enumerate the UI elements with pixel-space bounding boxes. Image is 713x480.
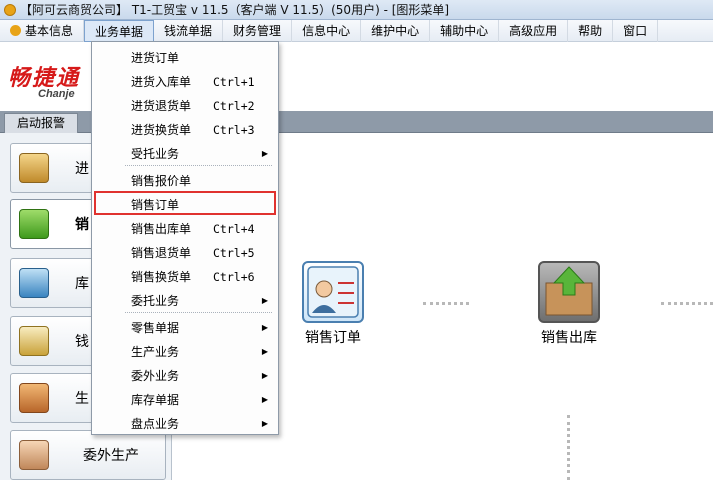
submenu-arrow-icon: ▶ bbox=[261, 395, 268, 404]
menu-item-entrusted-business[interactable]: 受托业务 ▶ bbox=[94, 140, 276, 164]
flow-label-sales-outbound: 销售出库 bbox=[541, 330, 597, 346]
menu-item-purchase-return[interactable]: 进货退货单 Ctrl+2 bbox=[94, 92, 276, 116]
menu-item-production-business[interactable]: 生产业务 ▶ bbox=[94, 338, 276, 362]
business-docs-dropdown: 进货订单 进货入库单 Ctrl+1 进货退货单 Ctrl+2 进货换货单 Ctr… bbox=[91, 41, 279, 435]
flow-connector bbox=[661, 302, 713, 305]
menu-advanced[interactable]: 高级应用 bbox=[499, 19, 569, 42]
submenu-arrow-icon: ▶ bbox=[261, 419, 268, 428]
menu-bar: 基本信息 业务单据 钱流单据 财务管理 信息中心 维护中心 辅助中心 高级应用 … bbox=[0, 19, 713, 42]
submenu-arrow-icon: ▶ bbox=[261, 296, 268, 305]
menu-item-sales-quote[interactable]: 销售报价单 bbox=[94, 167, 276, 191]
menu-window[interactable]: 窗口 bbox=[613, 19, 659, 42]
menu-item-sales-exchange[interactable]: 销售换货单 Ctrl+6 bbox=[94, 263, 276, 287]
submenu-arrow-icon: ▶ bbox=[261, 149, 268, 158]
menu-cashflow-docs[interactable]: 钱流单据 bbox=[154, 19, 224, 42]
menu-basic-info[interactable]: 基本信息 bbox=[0, 19, 85, 42]
production-icon bbox=[19, 383, 49, 413]
menu-finance[interactable]: 财务管理 bbox=[223, 19, 293, 42]
submenu-arrow-icon: ▶ bbox=[261, 347, 268, 356]
menu-item-purchase-receipt[interactable]: 进货入库单 Ctrl+1 bbox=[94, 68, 276, 92]
menu-item-outsource-business[interactable]: 委外业务 ▶ bbox=[94, 362, 276, 386]
menu-item-sales-outbound[interactable]: 销售出库单 Ctrl+4 bbox=[94, 215, 276, 239]
menu-info-center[interactable]: 信息中心 bbox=[292, 19, 362, 42]
menu-item-sales-order[interactable]: 销售订单 bbox=[94, 191, 276, 215]
flow-connector bbox=[567, 415, 570, 480]
menu-item-purchase-exchange[interactable]: 进货换货单 Ctrl+3 bbox=[94, 116, 276, 140]
sidebar-item-outsource[interactable]: 委外生产 bbox=[10, 430, 166, 480]
flow-sales-outbound[interactable]: 销售出库 bbox=[533, 261, 605, 347]
window-title: 【阿可云商贸公司】 T1-工贸宝 v 11.5（客户端 V 11.5）(50用户… bbox=[20, 3, 450, 17]
menu-item-stocktake-business[interactable]: 盘点业务 ▶ bbox=[94, 410, 276, 434]
menu-item-sales-return[interactable]: 销售退货单 Ctrl+5 bbox=[94, 239, 276, 263]
basket-icon bbox=[19, 209, 49, 239]
flow-connector bbox=[423, 302, 469, 305]
menu-business-docs[interactable]: 业务单据 bbox=[84, 19, 155, 42]
menu-item-consign-business[interactable]: 委托业务 ▶ bbox=[94, 287, 276, 311]
menu-maintenance[interactable]: 维护中心 bbox=[361, 19, 431, 42]
sales-order-icon bbox=[302, 261, 364, 323]
sales-outbound-icon bbox=[538, 261, 600, 323]
submenu-arrow-icon: ▶ bbox=[261, 323, 268, 332]
menu-item-inventory-docs[interactable]: 库存单据 ▶ bbox=[94, 386, 276, 410]
menu-item-purchase-order[interactable]: 进货订单 bbox=[94, 44, 276, 68]
menu-help[interactable]: 帮助 bbox=[568, 19, 614, 42]
app-icon bbox=[4, 3, 16, 16]
inventory-icon bbox=[19, 268, 49, 298]
flow-sales-order[interactable]: 销售订单 bbox=[299, 261, 367, 347]
menu-item-retail-docs[interactable]: 零售单据 ▶ bbox=[94, 314, 276, 338]
info-icon bbox=[10, 25, 21, 36]
flow-label-sales-order: 销售订单 bbox=[305, 330, 361, 346]
money-icon bbox=[19, 326, 49, 356]
submenu-arrow-icon: ▶ bbox=[261, 371, 268, 380]
outsource-icon bbox=[19, 440, 49, 470]
title-bar: 【阿可云商贸公司】 T1-工贸宝 v 11.5（客户端 V 11.5）(50用户… bbox=[0, 0, 713, 20]
tab-startup-alarm[interactable]: 启动报警 bbox=[4, 113, 79, 133]
purchase-icon bbox=[19, 153, 49, 183]
menu-assist-center[interactable]: 辅助中心 bbox=[430, 19, 500, 42]
